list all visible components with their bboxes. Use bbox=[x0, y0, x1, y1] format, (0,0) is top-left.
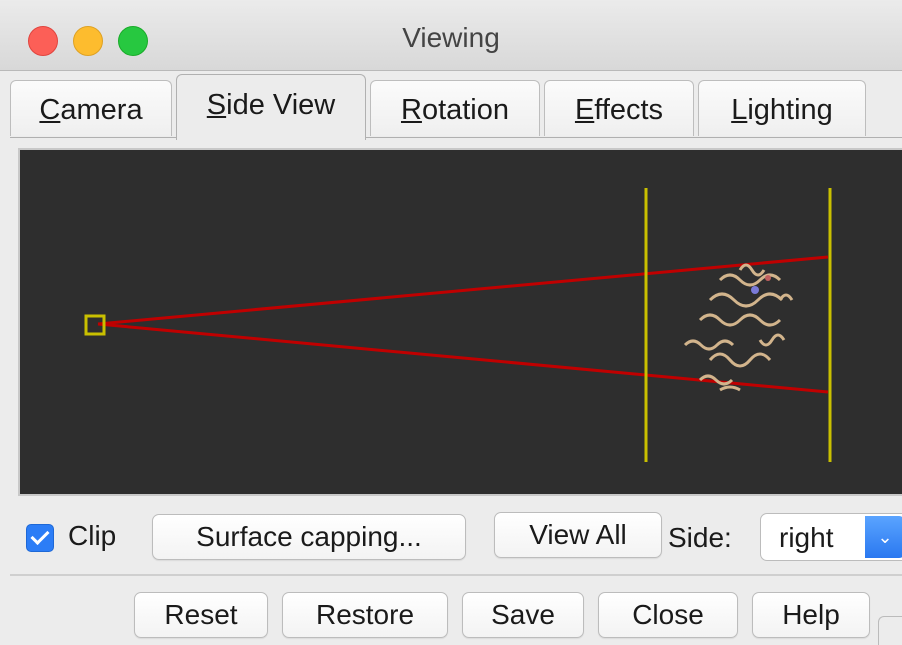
tab-effects-mnemonic: E bbox=[574, 94, 595, 126]
tab-effects[interactable]: Effects bbox=[544, 80, 694, 136]
restore-button[interactable]: Restore bbox=[282, 592, 448, 638]
tab-side-view-label: ide View bbox=[226, 89, 336, 121]
save-button[interactable]: Save bbox=[462, 592, 584, 638]
view-all-button[interactable]: View All bbox=[494, 512, 662, 558]
title-bar: Viewing bbox=[0, 0, 902, 71]
close-button[interactable]: Close bbox=[598, 592, 738, 638]
chevron-updown-icon: ⌄ bbox=[865, 516, 902, 558]
tab-effects-label: ffects bbox=[594, 94, 664, 126]
tab-side-view-mnemonic: S bbox=[206, 89, 227, 121]
tab-lighting[interactable]: Lighting bbox=[698, 80, 866, 136]
tab-bar: Camera Side View Rotation Effects Lighti… bbox=[10, 74, 902, 140]
side-view-controls: Clip Surface capping... View All Side: r… bbox=[0, 500, 902, 570]
tab-side-view[interactable]: Side View bbox=[176, 74, 366, 140]
frustum-upper-line bbox=[97, 255, 829, 326]
side-view-canvas[interactable] bbox=[18, 148, 902, 496]
tab-lighting-mnemonic: L bbox=[731, 94, 748, 126]
clip-checkbox[interactable] bbox=[26, 524, 54, 552]
separator bbox=[10, 574, 902, 576]
reset-button[interactable]: Reset bbox=[134, 592, 268, 638]
side-select[interactable]: right ⌄ bbox=[760, 513, 902, 561]
side-select-value: right bbox=[779, 522, 834, 553]
dialog-buttons: Reset Restore Save Close Help bbox=[0, 580, 902, 644]
help-button[interactable]: Help bbox=[752, 592, 870, 638]
tab-camera[interactable]: Camera bbox=[10, 80, 172, 136]
clip-label: Clip bbox=[68, 520, 117, 551]
tab-rotation[interactable]: Rotation bbox=[370, 80, 540, 136]
tab-rotation-mnemonic: R bbox=[400, 94, 422, 126]
tab-camera-label: amera bbox=[60, 94, 143, 126]
window-title: Viewing bbox=[402, 22, 500, 53]
tab-lighting-label: ighting bbox=[747, 94, 833, 126]
resize-grip-icon[interactable] bbox=[878, 616, 902, 645]
tab-panel-border bbox=[10, 137, 902, 138]
side-view-graphic bbox=[84, 188, 832, 462]
tab-rotation-label: otation bbox=[421, 94, 510, 126]
tab-camera-mnemonic: C bbox=[39, 94, 61, 126]
surface-capping-button[interactable]: Surface capping... bbox=[152, 514, 466, 560]
side-label: Side: bbox=[668, 522, 732, 553]
molecule-model bbox=[683, 263, 794, 392]
